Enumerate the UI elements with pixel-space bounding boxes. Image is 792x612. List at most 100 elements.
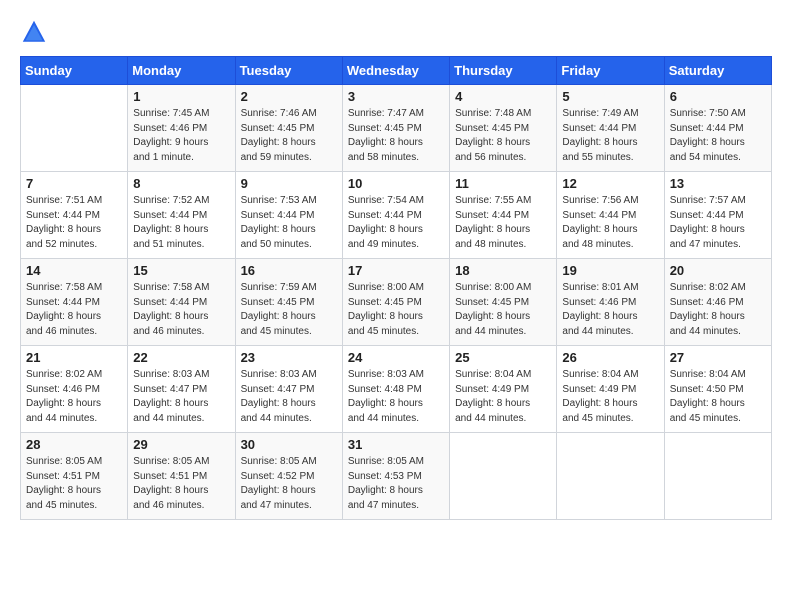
day-number: 17 — [348, 263, 444, 278]
day-info: Sunrise: 7:57 AMSunset: 4:44 PMDaylight:… — [670, 194, 766, 252]
day-info: Sunrise: 7:54 AMSunset: 4:44 PMDaylight:… — [348, 194, 444, 252]
day-info: Sunrise: 8:00 AMSunset: 4:45 PMDaylight:… — [348, 281, 444, 339]
cell-week4-day3: 31 Sunrise: 8:05 AMSunset: 4:53 PMDayligh… — [342, 433, 449, 520]
cell-week3-day4: 25Sunrise: 8:04 AMSunset: 4:49 PMDayligh… — [450, 346, 557, 433]
day-number: 10 — [348, 176, 444, 191]
day-number: 31 — [348, 437, 444, 452]
cell-week0-day1: 1Sunrise: 7:45 AMSunset: 4:46 PMDaylight… — [128, 85, 235, 172]
cell-week1-day5: 12 Sunrise: 7:56 AMSunset: 4:44 PMDayligh… — [557, 172, 664, 259]
week-row-3: 21Sunrise: 8:02 AMSunset: 4:46 PMDayligh… — [21, 346, 772, 433]
day-info: Sunrise: 8:04 AMSunset: 4:49 PMDaylight:… — [455, 368, 551, 426]
cell-week4-day4 — [450, 433, 557, 520]
cell-week1-day2: 9 Sunrise: 7:53 AMSunset: 4:44 PMDaylight… — [235, 172, 342, 259]
header-friday: Friday — [557, 57, 664, 85]
day-info: Sunrise: 7:52 AMSunset: 4:44 PMDaylight:… — [133, 194, 229, 252]
cell-week4-day5 — [557, 433, 664, 520]
day-number: 16 — [241, 263, 337, 278]
cell-week0-day0 — [21, 85, 128, 172]
day-info: Sunrise: 7:56 AMSunset: 4:44 PMDaylight:… — [562, 194, 658, 252]
cell-week2-day1: 15 Sunrise: 7:58 AMSunset: 4:44 PMDayligh… — [128, 259, 235, 346]
day-number: 26 — [562, 350, 658, 365]
day-number: 21 — [26, 350, 122, 365]
day-info: Sunrise: 7:47 AMSunset: 4:45 PMDaylight:… — [348, 107, 444, 165]
cell-week2-day6: 20 Sunrise: 8:02 AMSunset: 4:46 PMDayligh… — [664, 259, 771, 346]
cell-week0-day2: 2Sunrise: 7:46 AMSunset: 4:45 PMDaylight… — [235, 85, 342, 172]
cell-week3-day5: 26 Sunrise: 8:04 AMSunset: 4:49 PMDayligh… — [557, 346, 664, 433]
day-number: 9 — [241, 176, 337, 191]
day-number: 22 — [133, 350, 229, 365]
day-info: Sunrise: 7:45 AMSunset: 4:46 PMDaylight:… — [133, 107, 229, 165]
day-number: 14 — [26, 263, 122, 278]
day-number: 11 — [455, 176, 551, 191]
logo-icon — [20, 18, 48, 46]
day-info: Sunrise: 8:04 AMSunset: 4:49 PMDaylight:… — [562, 368, 658, 426]
cell-week0-day5: 5 Sunrise: 7:49 AMSunset: 4:44 PMDaylight… — [557, 85, 664, 172]
cell-week0-day4: 4Sunrise: 7:48 AMSunset: 4:45 PMDaylight… — [450, 85, 557, 172]
logo — [20, 18, 54, 46]
header — [20, 18, 772, 46]
cell-week2-day4: 18 Sunrise: 8:00 AMSunset: 4:45 PMDayligh… — [450, 259, 557, 346]
header-row: SundayMondayTuesdayWednesdayThursdayFrid… — [21, 57, 772, 85]
cell-week2-day0: 14 Sunrise: 7:58 AMSunset: 4:44 PMDayligh… — [21, 259, 128, 346]
day-info: Sunrise: 8:03 AMSunset: 4:47 PMDaylight:… — [133, 368, 229, 426]
cell-week3-day0: 21Sunrise: 8:02 AMSunset: 4:46 PMDayligh… — [21, 346, 128, 433]
day-number: 30 — [241, 437, 337, 452]
day-number: 18 — [455, 263, 551, 278]
header-tuesday: Tuesday — [235, 57, 342, 85]
week-row-4: 28Sunrise: 8:05 AMSunset: 4:51 PMDayligh… — [21, 433, 772, 520]
day-info: Sunrise: 7:49 AMSunset: 4:44 PMDaylight:… — [562, 107, 658, 165]
day-info: Sunrise: 8:05 AMSunset: 4:53 PMDaylight:… — [348, 455, 444, 513]
cell-week3-day1: 22 Sunrise: 8:03 AMSunset: 4:47 PMDayligh… — [128, 346, 235, 433]
day-number: 19 — [562, 263, 658, 278]
day-number: 29 — [133, 437, 229, 452]
cell-week0-day3: 3Sunrise: 7:47 AMSunset: 4:45 PMDaylight… — [342, 85, 449, 172]
cell-week1-day1: 8 Sunrise: 7:52 AMSunset: 4:44 PMDaylight… — [128, 172, 235, 259]
day-info: Sunrise: 8:05 AMSunset: 4:51 PMDaylight:… — [133, 455, 229, 513]
day-info: Sunrise: 8:00 AMSunset: 4:45 PMDaylight:… — [455, 281, 551, 339]
day-info: Sunrise: 8:01 AMSunset: 4:46 PMDaylight:… — [562, 281, 658, 339]
day-number: 15 — [133, 263, 229, 278]
day-info: Sunrise: 8:03 AMSunset: 4:47 PMDaylight:… — [241, 368, 337, 426]
header-thursday: Thursday — [450, 57, 557, 85]
day-number: 27 — [670, 350, 766, 365]
day-info: Sunrise: 7:50 AMSunset: 4:44 PMDaylight:… — [670, 107, 766, 165]
day-number: 5 — [562, 89, 658, 104]
day-info: Sunrise: 8:03 AMSunset: 4:48 PMDaylight:… — [348, 368, 444, 426]
header-wednesday: Wednesday — [342, 57, 449, 85]
day-info: Sunrise: 7:55 AMSunset: 4:44 PMDaylight:… — [455, 194, 551, 252]
day-info: Sunrise: 7:48 AMSunset: 4:45 PMDaylight:… — [455, 107, 551, 165]
day-number: 24 — [348, 350, 444, 365]
week-row-2: 14 Sunrise: 7:58 AMSunset: 4:44 PMDayligh… — [21, 259, 772, 346]
page-container: SundayMondayTuesdayWednesdayThursdayFrid… — [0, 0, 792, 534]
cell-week1-day0: 7 Sunrise: 7:51 AMSunset: 4:44 PMDaylight… — [21, 172, 128, 259]
day-info: Sunrise: 8:05 AMSunset: 4:52 PMDaylight:… — [241, 455, 337, 513]
day-info: Sunrise: 8:02 AMSunset: 4:46 PMDaylight:… — [670, 281, 766, 339]
day-info: Sunrise: 7:58 AMSunset: 4:44 PMDaylight:… — [133, 281, 229, 339]
day-number: 7 — [26, 176, 122, 191]
cell-week0-day6: 6 Sunrise: 7:50 AMSunset: 4:44 PMDaylight… — [664, 85, 771, 172]
day-number: 6 — [670, 89, 766, 104]
day-info: Sunrise: 7:59 AMSunset: 4:45 PMDaylight:… — [241, 281, 337, 339]
cell-week2-day5: 19 Sunrise: 8:01 AMSunset: 4:46 PMDayligh… — [557, 259, 664, 346]
cell-week3-day3: 24 Sunrise: 8:03 AMSunset: 4:48 PMDayligh… — [342, 346, 449, 433]
cell-week4-day0: 28Sunrise: 8:05 AMSunset: 4:51 PMDayligh… — [21, 433, 128, 520]
header-saturday: Saturday — [664, 57, 771, 85]
day-info: Sunrise: 8:05 AMSunset: 4:51 PMDaylight:… — [26, 455, 122, 513]
cell-week4-day2: 30 Sunrise: 8:05 AMSunset: 4:52 PMDayligh… — [235, 433, 342, 520]
header-monday: Monday — [128, 57, 235, 85]
day-number: 20 — [670, 263, 766, 278]
day-number: 8 — [133, 176, 229, 191]
day-info: Sunrise: 8:04 AMSunset: 4:50 PMDaylight:… — [670, 368, 766, 426]
cell-week1-day3: 10 Sunrise: 7:54 AMSunset: 4:44 PMDayligh… — [342, 172, 449, 259]
cell-week4-day1: 29 Sunrise: 8:05 AMSunset: 4:51 PMDayligh… — [128, 433, 235, 520]
day-info: Sunrise: 7:58 AMSunset: 4:44 PMDaylight:… — [26, 281, 122, 339]
day-number: 12 — [562, 176, 658, 191]
day-info: Sunrise: 7:53 AMSunset: 4:44 PMDaylight:… — [241, 194, 337, 252]
cell-week3-day6: 27 Sunrise: 8:04 AMSunset: 4:50 PMDayligh… — [664, 346, 771, 433]
cell-week2-day3: 17 Sunrise: 8:00 AMSunset: 4:45 PMDayligh… — [342, 259, 449, 346]
week-row-1: 7 Sunrise: 7:51 AMSunset: 4:44 PMDaylight… — [21, 172, 772, 259]
day-number: 23 — [241, 350, 337, 365]
day-info: Sunrise: 7:51 AMSunset: 4:44 PMDaylight:… — [26, 194, 122, 252]
day-number: 2 — [241, 89, 337, 104]
cell-week1-day4: 11 Sunrise: 7:55 AMSunset: 4:44 PMDayligh… — [450, 172, 557, 259]
